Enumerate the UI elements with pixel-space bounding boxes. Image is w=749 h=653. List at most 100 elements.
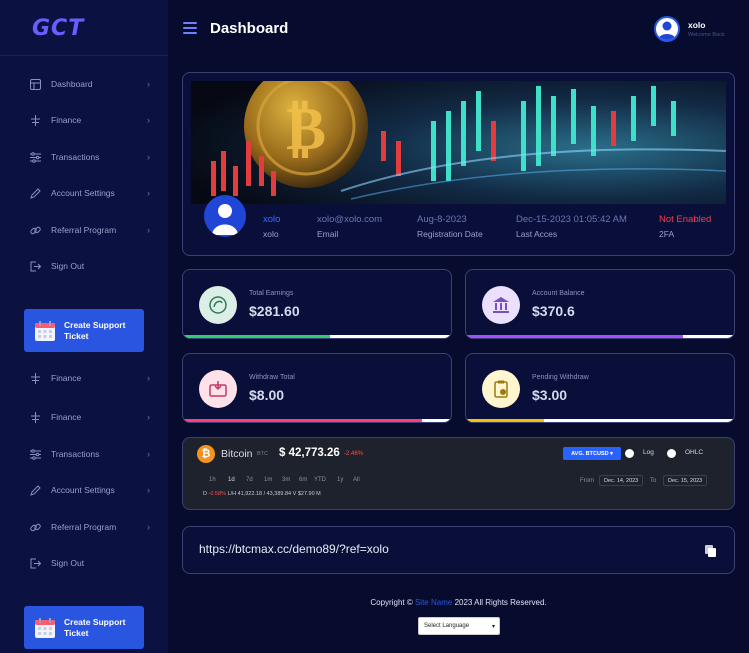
log-label: Log <box>643 449 654 456</box>
to-date-input[interactable]: Dec. 15, 2023 <box>663 475 708 486</box>
profile-name: xolo <box>263 214 281 225</box>
range-all[interactable]: All <box>353 477 360 483</box>
pair-select[interactable]: AVG. BTCUSD ▾ <box>563 447 621 460</box>
create-support-ticket-button[interactable]: Create Support Ticket <box>24 309 144 352</box>
divider <box>0 55 168 56</box>
bank-icon <box>482 286 520 324</box>
pencil-icon <box>28 483 42 497</box>
chevron-right-icon: › <box>147 373 150 383</box>
sidebar-item-label: Finance <box>51 373 82 383</box>
chevron-down-icon: ▾ <box>491 623 495 630</box>
footer-copyright: Copyright © Site Name 2023 All Rights Re… <box>370 598 547 607</box>
chevron-right-icon: › <box>147 115 150 125</box>
chevron-right-icon: › <box>147 522 150 532</box>
avatar[interactable] <box>654 16 680 42</box>
hamburger-menu-icon[interactable] <box>183 22 197 34</box>
sidebar-item-referral-program[interactable]: Referral Program › <box>0 514 168 540</box>
sidebar-item-sign-out[interactable]: Sign Out <box>0 253 168 279</box>
price-change: -2.46% <box>344 451 364 457</box>
referral-link-card: https://btcmax.cc/demo89/?ref=xolo <box>182 526 735 574</box>
ohlc-toggle[interactable] <box>667 449 676 458</box>
language-select[interactable]: Select Language ▾ <box>418 617 500 635</box>
profile-card: ₿ xolo xolo xolo@xolo.com Email Aug-8-20… <box>182 72 735 256</box>
bitcoin-icon: ₿ <box>197 445 215 463</box>
profile-avatar[interactable] <box>204 195 246 237</box>
earnings-icon <box>199 286 237 324</box>
sidebar-item-dashboard[interactable]: Dashboard › <box>0 71 168 97</box>
stat-card-total-earnings: Total Earnings $281.60 <box>182 269 452 339</box>
profile-last-access-label: Last Acces <box>516 229 558 239</box>
range-1y[interactable]: 1y <box>337 477 343 483</box>
sidebar-item-finance[interactable]: Finance › <box>0 107 168 133</box>
progress-bar <box>183 335 451 338</box>
sidebar-item-account-settings[interactable]: Account Settings › <box>0 180 168 206</box>
finance-icon <box>28 113 42 127</box>
sidebar-item-transactions[interactable]: Transactions › <box>0 441 168 467</box>
stat-label: Total Earnings <box>249 290 294 297</box>
logo[interactable]: GCT <box>32 16 84 41</box>
stat-label: Withdraw Total <box>249 374 295 381</box>
link-icon <box>28 223 42 237</box>
range-1m[interactable]: 1m <box>264 477 272 483</box>
profile-registration-date: Aug-8-2023 <box>417 214 467 225</box>
from-date-input[interactable]: Dec. 14, 2023 <box>599 475 644 486</box>
stat-value: $8.00 <box>249 387 285 403</box>
chevron-right-icon: › <box>147 412 150 422</box>
coin-price: $ 42,773.26 <box>279 447 340 459</box>
stat-value: $370.6 <box>532 303 575 319</box>
sidebar-item-transactions[interactable]: Transactions › <box>0 144 168 170</box>
coin-name: Bitcoin <box>221 448 253 460</box>
referral-link[interactable]: https://btcmax.cc/demo89/?ref=xolo <box>199 542 389 556</box>
link-icon <box>28 520 42 534</box>
ohlc-label: OHLC <box>685 449 704 456</box>
ticket-label: Create Support Ticket <box>64 319 126 341</box>
stat-value: $281.60 <box>249 303 300 319</box>
sign-out-icon <box>28 259 42 273</box>
chevron-right-icon: › <box>147 152 150 162</box>
sidebar-item-finance[interactable]: Finance › <box>0 404 168 430</box>
range-7d[interactable]: 7d <box>246 477 253 483</box>
copy-icon[interactable] <box>704 544 718 558</box>
finance-icon <box>28 410 42 424</box>
sidebar-item-label: Account Settings <box>51 188 115 198</box>
stat-value: $3.00 <box>532 387 568 403</box>
stat-label: Pending Withdraw <box>532 374 589 381</box>
create-support-ticket-button[interactable]: Create Support Ticket <box>24 606 144 649</box>
sidebar-item-label: Transactions <box>51 152 100 162</box>
sidebar-item-account-settings[interactable]: Account Settings › <box>0 477 168 503</box>
range-6m[interactable]: 6m <box>299 477 307 483</box>
range-1h[interactable]: 1h <box>209 477 216 483</box>
log-toggle[interactable] <box>625 449 634 458</box>
transactions-icon <box>28 447 42 461</box>
sidebar-item-sign-out[interactable]: Sign Out <box>0 550 168 576</box>
sidebar-item-finance[interactable]: Finance › <box>0 365 168 391</box>
price-ticker-widget: ₿ Bitcoin BTC $ 42,773.26 -2.46% AVG. BT… <box>182 437 735 510</box>
progress-bar <box>466 419 734 422</box>
user-name: xolo <box>688 20 706 30</box>
profile-email-label: Email <box>317 229 339 239</box>
profile-registration-label: Registration Date <box>417 229 483 239</box>
range-1d[interactable]: 1d <box>228 477 235 483</box>
page-title: Dashboard <box>210 20 289 37</box>
pencil-icon <box>28 186 42 200</box>
stat-card-account-balance: Account Balance $370.6 <box>465 269 735 339</box>
twofa-status: Not Enabled <box>659 214 712 225</box>
sidebar-item-referral-program[interactable]: Referral Program › <box>0 217 168 243</box>
pending-icon <box>482 370 520 408</box>
site-name-link[interactable]: Site Name <box>415 598 452 607</box>
progress-fill <box>183 335 331 338</box>
stat-label: Account Balance <box>532 290 585 297</box>
sidebar-item-label: Finance <box>51 412 82 422</box>
sidebar-item-label: Sign Out <box>51 261 85 271</box>
sidebar-item-label: Referral Program <box>51 522 117 532</box>
progress-fill <box>466 419 544 422</box>
calendar-icon <box>35 617 55 638</box>
progress-bar <box>466 335 734 338</box>
chevron-right-icon: › <box>147 449 150 459</box>
chevron-right-icon: › <box>147 79 150 89</box>
range-ytd[interactable]: YTD <box>314 477 326 483</box>
calendar-icon <box>35 320 55 341</box>
svg-text:₿: ₿ <box>286 94 326 164</box>
range-3m[interactable]: 3m <box>282 477 290 483</box>
user-greeting: Welcome Back <box>688 32 725 38</box>
